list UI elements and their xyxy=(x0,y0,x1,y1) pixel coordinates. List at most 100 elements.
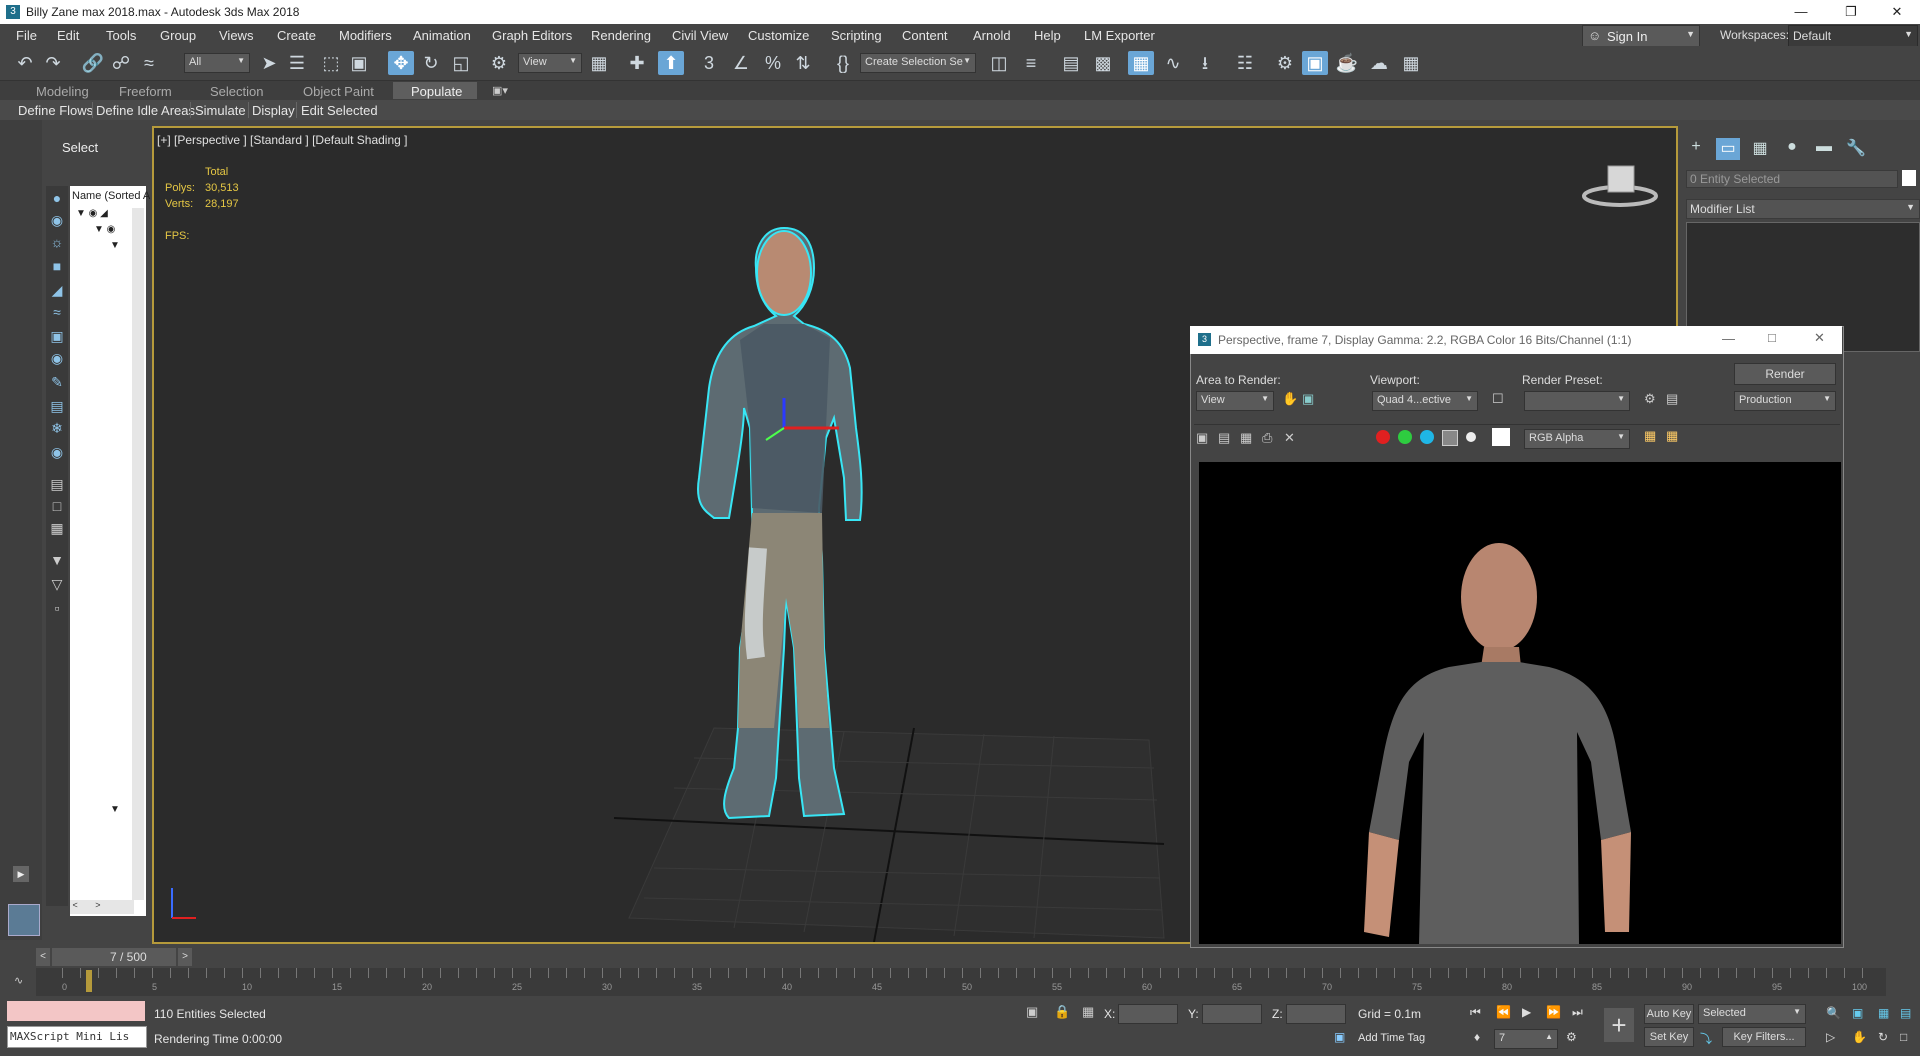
rendered-frame-window-icon[interactable]: ▣ xyxy=(1302,51,1328,75)
display-channel-select[interactable]: RGB Alpha ▼ xyxy=(1524,429,1630,449)
play-icon[interactable]: ▶ xyxy=(13,866,29,882)
mirror-icon[interactable]: ◫ xyxy=(986,51,1012,75)
time-configuration-icon[interactable]: ⚙ xyxy=(1566,1030,1577,1044)
create-tab-icon[interactable]: + xyxy=(1684,138,1708,160)
display-lights-icon[interactable]: ☼ xyxy=(47,232,67,252)
object-name-field[interactable]: 0 Entity Selected xyxy=(1686,170,1898,188)
menu-lm-exporter[interactable]: LM Exporter xyxy=(1084,28,1155,43)
menu-group[interactable]: Group xyxy=(160,28,196,43)
render-setup-icon[interactable]: ⚙ xyxy=(1644,391,1656,407)
orbit-icon[interactable]: ↻ xyxy=(1878,1030,1888,1044)
keyboard-shortcut-override-icon[interactable]: ⬆ xyxy=(658,51,684,75)
tab-modeling[interactable]: Modeling xyxy=(36,84,89,99)
close-icon[interactable]: ✕ xyxy=(1874,0,1920,24)
named-selection-set-select[interactable]: Create Selection Se ▼ xyxy=(860,53,976,73)
display-cameras-icon[interactable]: ■ xyxy=(47,256,67,276)
rectangular-selection-icon[interactable]: ⬚ xyxy=(318,51,344,75)
time-tag-icon[interactable]: ▣ xyxy=(1334,1030,1345,1044)
menu-arnold[interactable]: Arnold xyxy=(973,28,1011,43)
display-button[interactable]: Display xyxy=(252,103,295,118)
maximize-icon[interactable]: □ xyxy=(1768,330,1776,345)
menu-rendering[interactable]: Rendering xyxy=(591,28,651,43)
pivot-center-icon[interactable]: ▦ xyxy=(586,51,612,75)
link-icon[interactable]: 🔗 xyxy=(80,51,106,75)
move-gizmo-icon[interactable]: ✚ xyxy=(624,51,650,75)
toggle-ui-overlay-icon[interactable]: ▦ xyxy=(1644,428,1656,444)
clear-icon[interactable]: ✕ xyxy=(1284,430,1295,446)
unlink-icon[interactable]: ☍ xyxy=(108,51,134,75)
menu-views[interactable]: Views xyxy=(219,28,253,43)
display-particles-icon[interactable]: ❄ xyxy=(47,418,67,438)
filter-icon[interactable]: ▼ xyxy=(47,550,67,570)
invert-display-icon[interactable]: ▦ xyxy=(47,518,67,538)
render-preset-select[interactable]: ▼ xyxy=(1524,391,1630,411)
render-production-icon[interactable]: ☕ xyxy=(1334,51,1360,75)
select-and-place-icon[interactable]: ⚙ xyxy=(486,51,512,75)
save-image-icon[interactable]: ▣ xyxy=(1196,430,1208,446)
spinner-snap-icon[interactable]: ⇅ xyxy=(790,51,816,75)
display-xrefs-icon[interactable]: ◉ xyxy=(47,348,67,368)
key-mode-select[interactable]: Selected ▼ xyxy=(1698,1004,1806,1024)
display-hidden-icon[interactable]: ◉ xyxy=(47,442,67,462)
reference-coordinate-select[interactable]: View ▼ xyxy=(518,53,582,73)
area-to-render-select[interactable]: View ▼ xyxy=(1196,391,1274,411)
restore-icon[interactable]: ❐ xyxy=(1828,0,1874,24)
key-mode-icon[interactable]: ♦ xyxy=(1474,1030,1480,1044)
set-keys-icon[interactable]: + xyxy=(1604,1008,1634,1042)
name-column-header[interactable]: Name (Sorted A xyxy=(72,190,150,202)
next-key-icon[interactable]: ⏩ xyxy=(1546,1005,1561,1019)
edit-region-icon[interactable]: ✋ xyxy=(1282,391,1298,407)
utilities-tab-icon[interactable]: 🔧 xyxy=(1844,138,1868,160)
menu-edit[interactable]: Edit xyxy=(57,28,79,43)
toggle-layer-explorer-icon[interactable]: ▩ xyxy=(1090,51,1116,75)
filter-funnel-icon[interactable]: ▽ xyxy=(47,574,67,594)
play-animation-icon[interactable]: ▶ xyxy=(1522,1005,1531,1019)
next-frame-icon[interactable]: > xyxy=(178,948,192,966)
menu-content[interactable]: Content xyxy=(902,28,948,43)
display-groups-icon[interactable]: ▣ xyxy=(47,326,67,346)
tab-selection[interactable]: Selection xyxy=(210,84,263,99)
y-coordinate-field[interactable] xyxy=(1202,1004,1262,1024)
go-to-end-icon[interactable]: ⏭ xyxy=(1572,1005,1583,1020)
maximize-viewport-icon[interactable]: □ xyxy=(1900,1030,1907,1044)
schematic-view-icon[interactable]: ⭳ xyxy=(1192,51,1218,75)
zoom-extents-icon[interactable]: ▣ xyxy=(1852,1006,1863,1020)
copy-image-icon[interactable]: ▤ xyxy=(1218,430,1230,446)
display-helpers-icon[interactable]: ◢ xyxy=(47,280,67,300)
view-cube[interactable] xyxy=(1582,165,1658,207)
tab-freeform[interactable]: Freeform xyxy=(119,84,172,99)
sign-in-dropdown[interactable]: ☺ Sign In ▼ xyxy=(1582,25,1700,47)
field-of-view-icon[interactable]: ▷ xyxy=(1826,1030,1835,1044)
mini-curve-editor-icon[interactable]: ∿ xyxy=(14,974,23,987)
percent-snap-icon[interactable]: % xyxy=(760,51,786,75)
render-in-cloud-icon[interactable]: ☁ xyxy=(1366,51,1392,75)
edit-selected-button[interactable]: Edit Selected xyxy=(301,103,378,118)
maxscript-mini-listener[interactable]: MAXScript Mini Lis xyxy=(7,1026,147,1048)
toggle-ui-icon[interactable]: ▦ xyxy=(1666,428,1678,444)
x-coordinate-field[interactable] xyxy=(1118,1004,1178,1024)
set-key-button[interactable]: Set Key xyxy=(1644,1027,1694,1047)
auto-region-icon[interactable]: ▣ xyxy=(1302,391,1314,407)
auto-key-button[interactable]: Auto Key xyxy=(1644,1004,1694,1024)
monochrome-icon[interactable] xyxy=(1466,432,1476,442)
absolute-mode-icon[interactable]: ▦ xyxy=(1082,1004,1094,1020)
modifier-list-select[interactable]: Modifier List ▼ xyxy=(1686,199,1920,219)
redo-icon[interactable]: ↷ xyxy=(40,51,66,75)
select-and-rotate-icon[interactable]: ↻ xyxy=(418,51,444,75)
background-color-swatch[interactable] xyxy=(1492,428,1510,446)
alpha-channel-icon[interactable] xyxy=(1442,430,1458,446)
render-mode-select[interactable]: Production ▼ xyxy=(1734,391,1836,411)
render-button[interactable]: Render xyxy=(1734,363,1836,385)
hierarchy-tab-icon[interactable]: ▦ xyxy=(1748,138,1772,160)
tab-populate[interactable]: Populate xyxy=(393,82,477,99)
workspace-select[interactable]: Default ▼ xyxy=(1788,25,1918,47)
undo-icon[interactable]: ↶ xyxy=(12,51,38,75)
horizontal-scrollbar[interactable]: < > xyxy=(70,900,134,914)
menu-file[interactable]: File xyxy=(16,28,37,43)
display-bones-icon[interactable]: ✎ xyxy=(47,372,67,392)
pan-view-icon[interactable]: ✋ xyxy=(1852,1030,1867,1044)
isolate-selection-icon[interactable]: ▣ xyxy=(1026,1004,1038,1020)
add-time-tag-button[interactable]: Add Time Tag xyxy=(1358,1032,1425,1044)
green-channel-icon[interactable] xyxy=(1398,430,1412,444)
display-tab-icon[interactable]: ▬ xyxy=(1812,138,1836,160)
